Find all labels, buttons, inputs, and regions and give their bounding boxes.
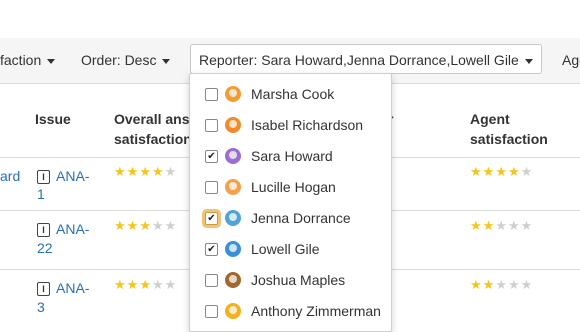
star-icon: ★ <box>495 218 508 233</box>
checkbox[interactable] <box>205 305 218 318</box>
overall-rating: ★★★★★ <box>114 218 177 234</box>
issue-link[interactable]: I ANA- <box>37 166 89 187</box>
star-icon: ★ <box>507 277 521 292</box>
issue-link[interactable]: I ANA- <box>37 219 89 240</box>
agent-rating: ★★★★★ <box>470 218 533 234</box>
star-icon: ★ <box>482 218 496 233</box>
star-icon: ★ <box>164 218 178 233</box>
issue-key-line2[interactable]: 1 <box>37 184 45 205</box>
avatar-icon <box>225 86 241 102</box>
reporter-option[interactable]: Marsha Cook <box>190 79 389 110</box>
issue-type-icon: I <box>37 223 50 237</box>
overall-rating: ★★★★★ <box>114 164 177 180</box>
checkbox[interactable] <box>205 119 218 132</box>
star-icon: ★ <box>520 218 534 233</box>
agent-satisfaction-header-line2[interactable]: satisfaction <box>470 129 548 149</box>
reporter-filter[interactable]: Reporter: Sara Howard,Jenna Dorrance,Low… <box>190 44 542 74</box>
issue-key-line1: ANA- <box>56 168 90 184</box>
reporter-option-label: Anthony Zimmerman <box>251 303 381 319</box>
issue-link[interactable]: I ANA- <box>37 278 89 299</box>
agent-rating: ★★★★★ <box>470 277 533 293</box>
star-icon: ★ <box>495 277 508 292</box>
chevron-down-icon <box>47 58 56 64</box>
avatar-icon <box>225 117 241 133</box>
star-icon: ★ <box>151 218 165 233</box>
star-icon: ★ <box>139 164 152 179</box>
star-icon: ★ <box>520 164 534 179</box>
star-icon: ★ <box>507 218 521 233</box>
issue-column-header[interactable]: Issue <box>35 109 71 129</box>
order-filter[interactable]: Order: Desc <box>81 38 171 83</box>
reporter-option-label: Lucille Hogan <box>251 179 336 195</box>
star-icon: ★ <box>114 164 127 179</box>
checkbox[interactable]: ✔ <box>205 243 218 256</box>
reporter-option-label: Isabel Richardson <box>251 117 364 133</box>
star-icon: ★ <box>482 277 496 292</box>
star-icon: ★ <box>482 164 496 179</box>
checkbox[interactable] <box>205 181 218 194</box>
issue-key-line2[interactable]: 22 <box>37 238 53 259</box>
reporter-link[interactable]: ard <box>0 166 20 187</box>
avatar-icon <box>225 210 241 226</box>
checkbox[interactable] <box>205 274 218 287</box>
star-icon: ★ <box>470 218 483 233</box>
avatar-icon <box>225 241 241 257</box>
star-icon: ★ <box>139 218 152 233</box>
agent-filter[interactable]: Age <box>562 38 580 83</box>
checkbox[interactable]: ✔ <box>205 150 218 163</box>
star-icon: ★ <box>126 218 140 233</box>
issue-key-line1: ANA- <box>56 280 90 296</box>
reporter-option[interactable]: Joshua Maples <box>190 265 389 296</box>
overall-satisfaction-header-line1[interactable]: Overall ans <box>114 109 190 129</box>
star-icon: ★ <box>114 277 127 292</box>
reporter-dropdown-menu: Marsha Cook Isabel Richardson ✔ Sara How… <box>189 73 392 332</box>
reporter-option[interactable]: ✔ Lowell Gile <box>190 234 389 265</box>
star-icon: ★ <box>114 218 127 233</box>
avatar-icon <box>225 148 241 164</box>
star-icon: ★ <box>507 164 521 179</box>
reporter-option-label: Joshua Maples <box>251 272 346 288</box>
avatar-icon <box>225 179 241 195</box>
star-icon: ★ <box>164 277 178 292</box>
issue-type-icon: I <box>37 282 50 296</box>
agent-satisfaction-header-line1[interactable]: Agent <box>470 109 510 129</box>
star-icon: ★ <box>470 277 483 292</box>
reporter-option[interactable]: ✔ Sara Howard <box>190 141 389 172</box>
agent-filter-label: Age <box>562 52 580 68</box>
reporter-option-label: Jenna Dorrance <box>251 210 351 226</box>
star-icon: ★ <box>139 277 152 292</box>
avatar-icon <box>225 272 241 288</box>
star-icon: ★ <box>520 277 534 292</box>
overall-satisfaction-header-line2[interactable]: satisfaction <box>114 129 192 149</box>
reporter-option[interactable]: ✔ Jenna Dorrance <box>190 203 389 234</box>
agent-rating: ★★★★★ <box>470 164 533 180</box>
issue-type-icon: I <box>37 170 50 184</box>
satisfaction-filter[interactable]: faction <box>0 38 56 83</box>
reporter-option[interactable]: Lucille Hogan <box>190 172 389 203</box>
reporter-option-label: Sara Howard <box>251 148 333 164</box>
star-icon: ★ <box>164 164 178 179</box>
checkbox[interactable] <box>205 88 218 101</box>
star-icon: ★ <box>126 277 140 292</box>
star-icon: ★ <box>151 277 165 292</box>
reporter-filter-label: Reporter: Sara Howard,Jenna Dorrance,Low… <box>199 52 519 68</box>
avatar-icon <box>225 303 241 319</box>
chevron-down-icon <box>162 58 171 64</box>
reporter-option-label: Marsha Cook <box>251 86 335 102</box>
overall-rating: ★★★★★ <box>114 277 177 293</box>
star-icon: ★ <box>126 164 140 179</box>
star-icon: ★ <box>495 164 508 179</box>
issue-key-line2[interactable]: 3 <box>37 297 45 318</box>
reporter-option-label: Lowell Gile <box>251 241 320 257</box>
reporter-option[interactable]: Isabel Richardson <box>190 110 389 141</box>
issue-key-line1: ANA- <box>56 221 90 237</box>
star-icon: ★ <box>470 164 483 179</box>
satisfaction-filter-label: faction <box>0 52 42 68</box>
order-filter-label: Order: Desc <box>81 52 157 68</box>
star-icon: ★ <box>151 164 165 179</box>
chevron-down-icon <box>524 58 533 64</box>
checkbox[interactable]: ✔ <box>205 212 218 225</box>
reporter-option[interactable]: Anthony Zimmerman <box>190 296 389 327</box>
